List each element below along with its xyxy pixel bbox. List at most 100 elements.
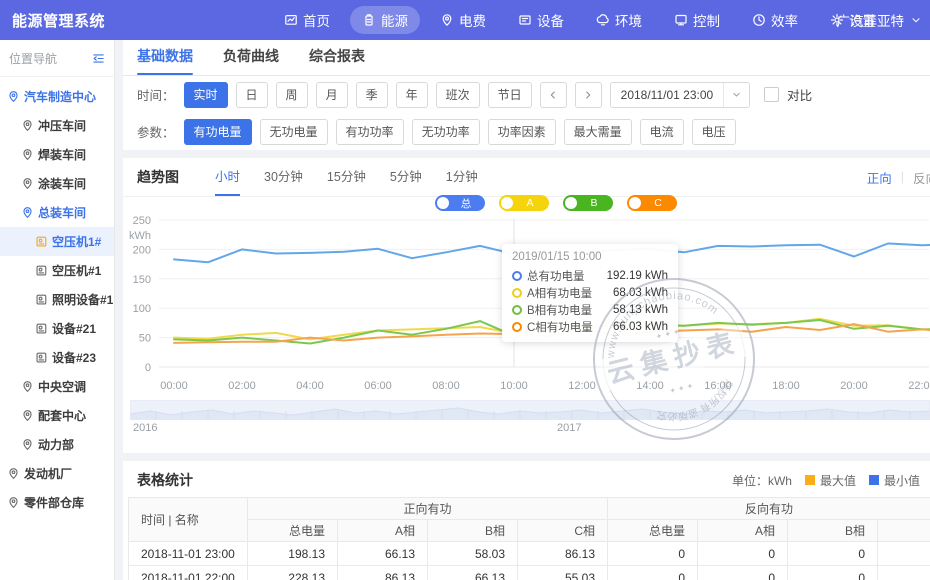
sidebar-item-总装车间[interactable]: 总装车间 xyxy=(0,198,114,227)
time-button-节日[interactable]: 节日 xyxy=(488,82,532,108)
cell-value: 86.13 xyxy=(338,566,428,580)
legend-label: A xyxy=(513,197,549,209)
svg-text:100: 100 xyxy=(133,303,151,315)
location-pin-icon xyxy=(21,177,34,190)
legend-toggle-A[interactable]: A xyxy=(499,195,549,211)
sidebar-item-空压机1#[interactable]: 空压机1# xyxy=(0,227,114,256)
sidebar-item-涂装车间[interactable]: 涂装车间 xyxy=(0,169,114,198)
sidebar-item-发动机厂[interactable]: 发动机厂 xyxy=(0,459,114,488)
sidebar-item-label: 发动机厂 xyxy=(24,465,72,482)
main-nav: 首页能源电费设备环境控制效率设置 xyxy=(272,0,888,40)
prev-period-button[interactable] xyxy=(540,82,567,108)
interval-tabs: 小时 30分钟 15分钟 5分钟 1分钟 xyxy=(215,158,478,196)
meter-icon xyxy=(35,264,48,277)
sidebar-item-汽车制造中心[interactable]: 汽车制造中心 xyxy=(0,82,114,111)
sidebar-item-设备#21[interactable]: 设备#21 xyxy=(0,314,114,343)
meter-icon xyxy=(35,351,48,364)
location-pin-icon xyxy=(7,496,20,509)
timeline-scrubber[interactable] xyxy=(130,400,930,420)
legend-toggle-C[interactable]: C xyxy=(627,195,677,211)
tooltip-series-name: C相有功电量 xyxy=(527,319,593,335)
sidebar-item-动力部[interactable]: 动力部 xyxy=(0,430,114,459)
collapse-sidebar-icon[interactable] xyxy=(92,52,105,65)
interval-tab-30分钟[interactable]: 30分钟 xyxy=(264,158,303,196)
sidebar-item-label: 冲压车间 xyxy=(38,117,86,134)
svg-text:18:00: 18:00 xyxy=(772,380,800,392)
param-button-无功电量[interactable]: 无功电量 xyxy=(260,119,328,145)
sidebar-item-空压机#1[interactable]: 空压机#1 xyxy=(0,256,114,285)
sub-header-C相: C相 xyxy=(518,520,608,542)
param-label: 参数： xyxy=(137,122,175,141)
time-button-月[interactable]: 月 xyxy=(316,82,348,108)
interval-tab-15分钟[interactable]: 15分钟 xyxy=(327,158,366,196)
tab-负荷曲线[interactable]: 负荷曲线 xyxy=(223,46,279,75)
compare-checkbox[interactable] xyxy=(764,87,779,102)
location-pin-icon xyxy=(7,90,20,103)
nav-item-控制[interactable]: 控制 xyxy=(662,6,732,34)
time-button-周[interactable]: 周 xyxy=(276,82,308,108)
nav-item-首页[interactable]: 首页 xyxy=(272,6,342,34)
nav-item-设备[interactable]: 设备 xyxy=(506,6,576,34)
tab-基础数据[interactable]: 基础数据 xyxy=(137,46,193,75)
sidebar-item-label: 动力部 xyxy=(38,436,74,453)
direction-switch: 正向 | 反向 实 xyxy=(867,158,930,196)
time-button-季[interactable]: 季 xyxy=(356,82,388,108)
param-buttons: 有功电量无功电量有功功率无功功率功率因素最大需量电流电压 xyxy=(184,119,736,145)
nav-item-label: 环境 xyxy=(615,10,642,30)
param-button-电压[interactable]: 电压 xyxy=(692,119,736,145)
sidebar-header: 位置导航 xyxy=(0,40,114,77)
legend-toggle-B[interactable]: B xyxy=(563,195,613,211)
sidebar-item-零件部仓库[interactable]: 零件部仓库 xyxy=(0,488,114,517)
time-button-班次[interactable]: 班次 xyxy=(436,82,480,108)
series-dot-icon xyxy=(512,288,522,298)
cell-value: 0 xyxy=(608,566,698,580)
sidebar-item-中央空调[interactable]: 中央空调 xyxy=(0,372,114,401)
param-button-无功功率[interactable]: 无功功率 xyxy=(412,119,480,145)
table-title: 表格统计 xyxy=(137,470,193,490)
sidebar-title: 位置导航 xyxy=(9,50,57,67)
param-button-有功功率[interactable]: 有功功率 xyxy=(336,119,404,145)
date-picker[interactable]: 2018/11/01 23:00 xyxy=(610,82,751,108)
sidebar-item-label: 零件部仓库 xyxy=(24,494,84,511)
nav-item-label: 能源 xyxy=(381,10,408,30)
legend-toggle-总[interactable]: 总 xyxy=(435,195,485,211)
clipped-column-header xyxy=(878,520,930,542)
time-button-日[interactable]: 日 xyxy=(236,82,268,108)
time-button-年[interactable]: 年 xyxy=(396,82,428,108)
meter-icon xyxy=(35,322,48,335)
sidebar-item-焊装车间[interactable]: 焊装车间 xyxy=(0,140,114,169)
filters-panel: 基础数据负荷曲线综合报表 时间： 实时日周月季年班次节日 2018/11/01 … xyxy=(123,40,930,150)
param-button-电流[interactable]: 电流 xyxy=(640,119,684,145)
table-header-bar: 表格统计 单位：kWh 最大值 最小值 xyxy=(123,470,930,497)
nav-item-电费[interactable]: 电费 xyxy=(428,6,498,34)
trend-chart-panel: 趋势图 小时30分钟15分钟5分钟1分钟 正向 | 反向 实 总ABC 0501… xyxy=(123,158,930,453)
reverse-direction[interactable]: 反向 xyxy=(913,168,930,187)
svg-text:08:00: 08:00 xyxy=(432,380,460,392)
time-button-实时[interactable]: 实时 xyxy=(184,82,228,108)
sidebar-item-设备#23[interactable]: 设备#23 xyxy=(0,343,114,372)
param-button-有功电量[interactable]: 有功电量 xyxy=(184,119,252,145)
table-row[interactable]: 2018-11-01 23:00198.1366.1358.0386.13000 xyxy=(129,542,930,566)
location-pin-icon xyxy=(21,119,34,132)
sidebar-item-配套中心[interactable]: 配套中心 xyxy=(0,401,114,430)
next-period-button[interactable] xyxy=(575,82,602,108)
toggle-knob xyxy=(437,197,449,209)
series-dot-icon xyxy=(512,271,522,281)
table-row[interactable]: 2018-11-01 22:00228.1386.1366.1355.03000 xyxy=(129,566,930,580)
forward-direction[interactable]: 正向 xyxy=(867,168,892,187)
interval-tab-5分钟[interactable]: 5分钟 xyxy=(390,158,422,196)
nav-item-能源[interactable]: 能源 xyxy=(350,6,420,34)
interval-tab-小时[interactable]: 小时 xyxy=(215,158,240,196)
control-icon xyxy=(674,13,688,27)
main-content: 基础数据负荷曲线综合报表 时间： 实时日周月季年班次节日 2018/11/01 … xyxy=(115,40,930,580)
tab-综合报表[interactable]: 综合报表 xyxy=(309,46,365,75)
nav-item-效率[interactable]: 效率 xyxy=(740,6,810,34)
sidebar-item-照明设备#1[interactable]: 照明设备#1 xyxy=(0,285,114,314)
tenant-switcher[interactable]: 广汽菲亚特 xyxy=(837,0,923,40)
sidebar-item-label: 空压机#1 xyxy=(52,262,101,279)
param-button-最大需量[interactable]: 最大需量 xyxy=(564,119,632,145)
nav-item-环境[interactable]: 环境 xyxy=(584,6,654,34)
interval-tab-1分钟[interactable]: 1分钟 xyxy=(446,158,478,196)
param-button-功率因素[interactable]: 功率因素 xyxy=(488,119,556,145)
sidebar-item-冲压车间[interactable]: 冲压车间 xyxy=(0,111,114,140)
